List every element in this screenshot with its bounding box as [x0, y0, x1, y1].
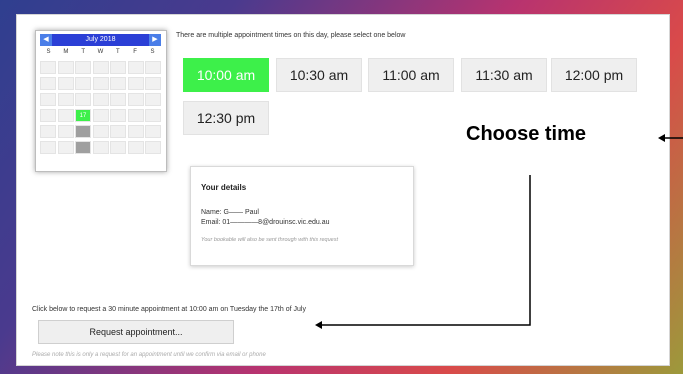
request-arrow-icon	[315, 175, 531, 329]
choose-time-arrow-icon	[658, 134, 683, 142]
request-appointment-button[interactable]: Request appointment...	[38, 320, 234, 344]
annotation-arrows	[315, 134, 683, 329]
request-footnote: Please note this is only a request for a…	[32, 352, 266, 358]
request-description: Click below to request a 30 minute appoi…	[32, 306, 306, 313]
